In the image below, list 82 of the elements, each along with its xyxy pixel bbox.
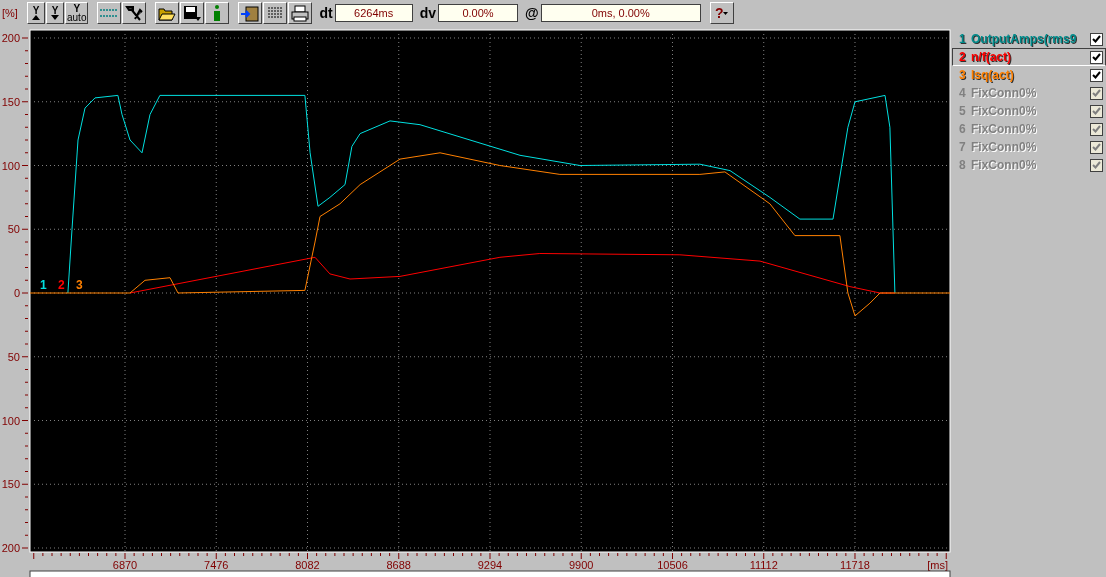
y-tick-label: 200 bbox=[1, 32, 20, 44]
checkbox[interactable] bbox=[1090, 32, 1103, 46]
table-button[interactable] bbox=[263, 2, 288, 24]
trace-name: n/f(act) bbox=[971, 49, 1012, 66]
trace-number: 3 bbox=[959, 67, 967, 84]
y-tick-label: 200 bbox=[1, 542, 20, 554]
field-label: @ bbox=[525, 3, 539, 23]
trace-number: 1 bbox=[959, 31, 967, 48]
dashed-lines-icon bbox=[100, 8, 119, 18]
trace-marker: 3 bbox=[76, 278, 83, 292]
field-label: dt bbox=[319, 3, 333, 23]
trace-name: Isq(act) bbox=[971, 67, 1015, 84]
import-button[interactable] bbox=[238, 2, 263, 24]
x-tick-label: 11112 bbox=[749, 559, 778, 571]
trace-number: 7 bbox=[959, 139, 967, 156]
info-icon bbox=[213, 5, 222, 21]
folder-button[interactable] bbox=[155, 2, 180, 24]
tools-icon bbox=[125, 4, 144, 22]
x-tick-label: 9900 bbox=[569, 559, 594, 571]
legend-row[interactable]: 2 n/f(act) bbox=[952, 48, 1106, 66]
x-tick-label: 7476 bbox=[204, 559, 229, 571]
info-button[interactable] bbox=[205, 2, 230, 24]
y-tick-label: 100 bbox=[1, 414, 20, 427]
tools-button[interactable] bbox=[122, 2, 147, 24]
y-tick-label: 100 bbox=[1, 159, 20, 172]
field-label: dv bbox=[419, 3, 437, 23]
trace-name: FixConn0% bbox=[971, 103, 1038, 120]
save-button[interactable] bbox=[180, 2, 205, 24]
printer-icon bbox=[291, 4, 310, 22]
floppy-disk-icon bbox=[183, 4, 202, 22]
trace-number: 2 bbox=[959, 49, 967, 66]
folder-icon bbox=[158, 5, 177, 21]
x-tick-label: 10506 bbox=[657, 559, 688, 571]
trace-number: 8 bbox=[959, 157, 967, 174]
trace-name: FixConn0% bbox=[971, 121, 1038, 138]
y-tick-label: 50 bbox=[7, 223, 20, 236]
y-scale-button[interactable]: Y auto bbox=[65, 2, 89, 24]
trace-number: 5 bbox=[959, 103, 967, 120]
value-field[interactable]: 0.00% bbox=[438, 4, 519, 22]
value-field[interactable]: 6264ms bbox=[334, 4, 413, 22]
x-tick-label: 8082 bbox=[295, 559, 320, 571]
down-arrow-icon bbox=[51, 15, 59, 20]
trace-name: OutputAmps(rms9 bbox=[971, 31, 1078, 48]
x-tick-label: 9294 bbox=[477, 559, 503, 571]
checkmark-icon bbox=[1092, 71, 1101, 79]
checkmark-icon bbox=[1092, 89, 1101, 97]
trace-marker: 2 bbox=[58, 278, 65, 292]
y-tick-label: 150 bbox=[1, 478, 20, 491]
caret-icon bbox=[723, 11, 729, 15]
checkbox[interactable] bbox=[1090, 50, 1103, 64]
trace-name: FixConn0% bbox=[971, 139, 1038, 156]
table-icon bbox=[268, 7, 283, 19]
help-button[interactable]: ? bbox=[709, 2, 734, 24]
x-tick-label: 6870 bbox=[112, 559, 138, 571]
trace-number: 6 bbox=[959, 121, 967, 138]
y-tick-label: 0 bbox=[13, 287, 20, 299]
x-unit-label: [ms] bbox=[927, 559, 948, 571]
trace-number: 4 bbox=[959, 85, 967, 102]
checkmark-icon bbox=[1092, 107, 1101, 115]
trace-name: FixConn0% bbox=[971, 85, 1038, 102]
import-icon bbox=[241, 4, 260, 22]
y-scale-button[interactable]: Y bbox=[46, 2, 64, 24]
x-tick-label: 8688 bbox=[386, 559, 411, 571]
y-tick-label: 50 bbox=[7, 350, 20, 363]
checkmark-icon bbox=[1092, 161, 1101, 169]
value-field[interactable]: 0ms, 0.00% bbox=[540, 4, 701, 22]
checkbox[interactable] bbox=[1090, 68, 1103, 82]
up-arrow-icon bbox=[32, 15, 40, 20]
checkmark-icon bbox=[1092, 143, 1101, 151]
legend-row[interactable]: 3 Isq(act) bbox=[952, 66, 1106, 84]
checkmark-icon bbox=[1092, 53, 1101, 61]
checkmark-icon bbox=[1092, 125, 1101, 133]
print-button[interactable] bbox=[288, 2, 313, 24]
trace-name: FixConn0% bbox=[971, 157, 1038, 174]
checkmark-icon bbox=[1092, 35, 1101, 43]
legend-row[interactable]: 1 OutputAmps(rms9 bbox=[952, 30, 1106, 48]
x-tick-label: 11718 bbox=[840, 559, 870, 571]
grid-button[interactable] bbox=[97, 2, 122, 24]
y-scale-button[interactable]: Y bbox=[27, 2, 45, 24]
y-tick-label: 150 bbox=[1, 95, 20, 108]
unit-label: [%] bbox=[2, 5, 19, 21]
trace-marker: 1 bbox=[40, 278, 47, 292]
